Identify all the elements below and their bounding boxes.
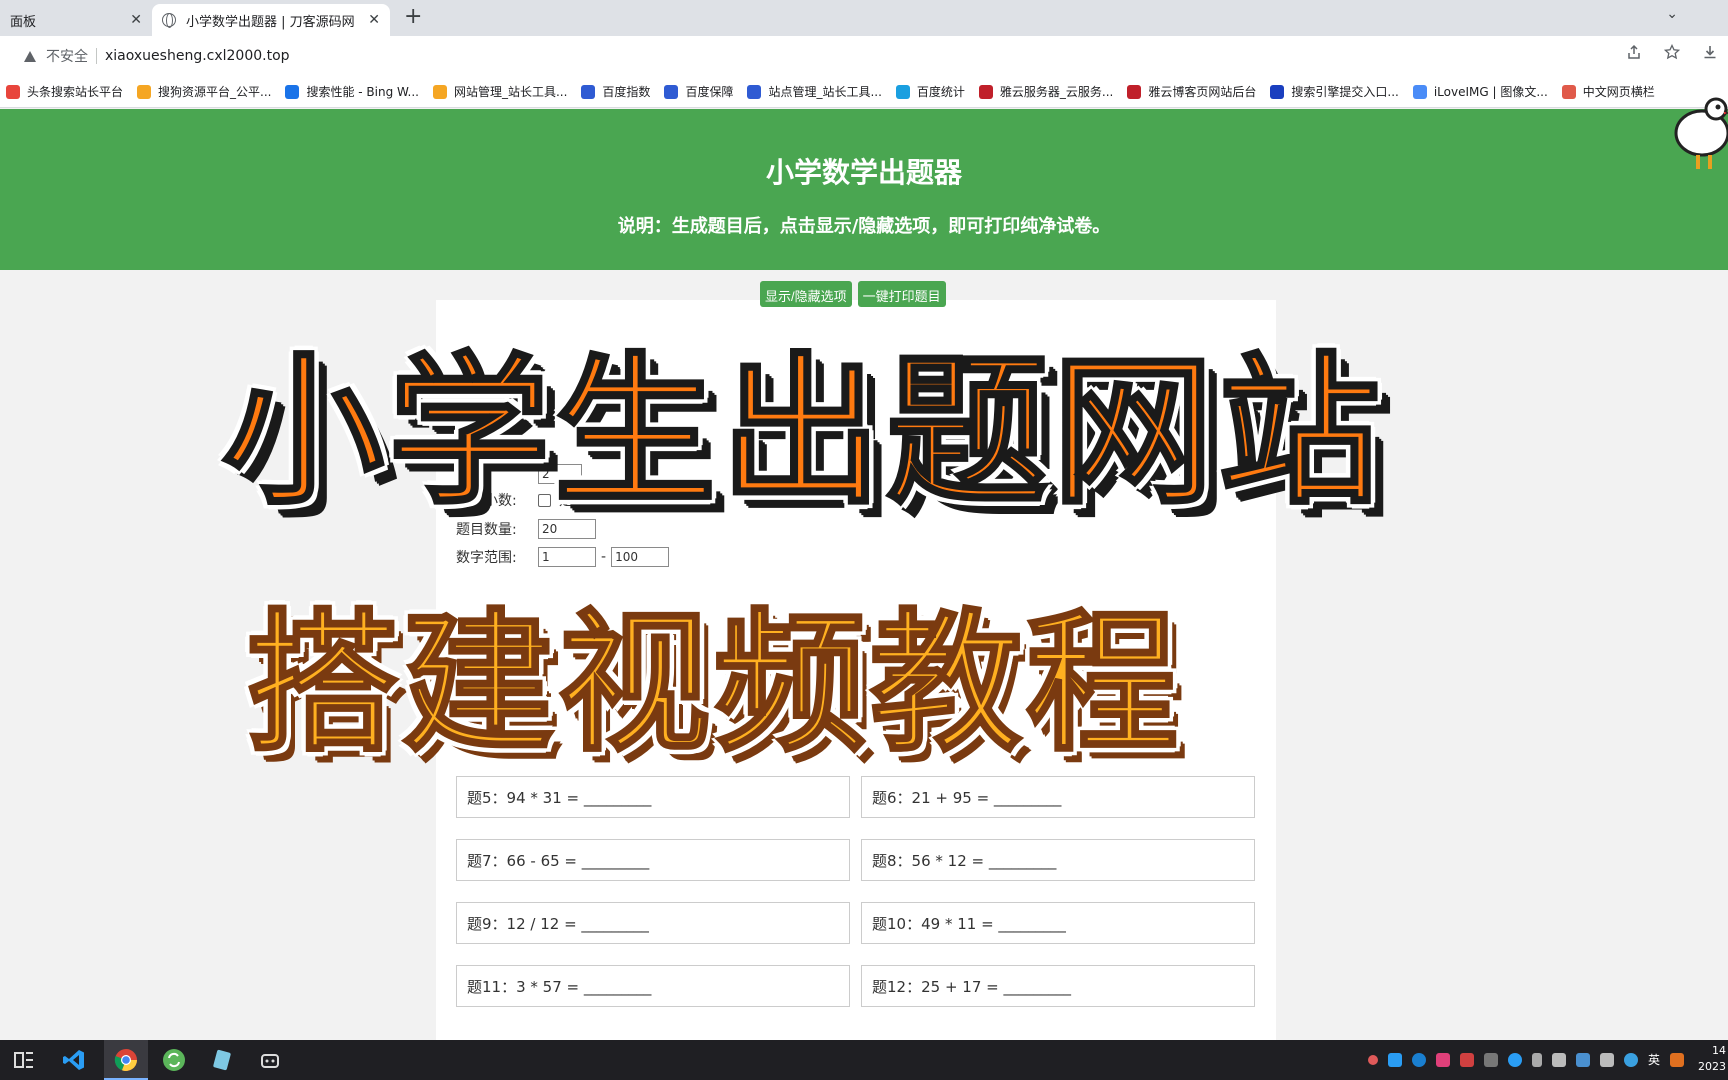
bookmark-label: 搜索引擎提交入口... <box>1291 85 1399 99</box>
bookmark-item[interactable]: 搜狗资源平台_公平... <box>137 83 271 100</box>
bookmark-label: 中文网页横栏 <box>1582 85 1655 99</box>
url-omnibox[interactable]: 不安全 xiaoxuesheng.cxl2000.top <box>12 40 1652 72</box>
usb-icon[interactable] <box>1531 1052 1542 1067</box>
display-icon[interactable] <box>1575 1052 1590 1067</box>
record-icon[interactable] <box>1367 1054 1378 1065</box>
bookmark-favicon-icon <box>285 84 300 99</box>
bookmark-favicon-icon <box>1412 84 1427 99</box>
question-item: 题7：66 - 65 = _________ <box>456 839 850 881</box>
bookmark-label: iLoveIMG | 图像文... <box>1433 85 1548 99</box>
bookmark-label: 搜狗资源平台_公平... <box>158 85 272 99</box>
sogou-input-icon[interactable] <box>1670 1052 1684 1067</box>
share-icon[interactable] <box>1626 44 1642 60</box>
bookmark-favicon-icon <box>895 84 910 99</box>
bookmark-favicon-icon <box>978 84 993 99</box>
bookmark-label: 网站管理_站长工具... <box>453 85 568 99</box>
clock[interactable]: 14 2023 <box>1698 1043 1726 1075</box>
close-tab-icon[interactable]: ✕ <box>368 12 380 28</box>
bookmark-favicon-icon <box>1127 84 1142 99</box>
app-tray-icon[interactable] <box>1435 1052 1450 1067</box>
vscode-icon[interactable] <box>62 1048 86 1072</box>
new-tab-button[interactable]: + <box>404 4 422 29</box>
security-icon[interactable] <box>1459 1052 1474 1067</box>
question-item: 题10：49 * 11 = _________ <box>861 902 1255 944</box>
bookmark-item[interactable]: 中文网页横栏 <box>1561 83 1655 100</box>
system-tray: 英 <box>1367 1051 1684 1068</box>
question-item: 题5：94 * 31 = _________ <box>456 776 850 818</box>
bookmark-label: 站点管理_站长工具... <box>768 85 882 99</box>
page-title: 小学数学出题器 <box>765 156 962 189</box>
tab-inactive[interactable]: 面板 ✕ <box>0 4 152 36</box>
volume-icon[interactable] <box>1599 1052 1614 1067</box>
bookmark-item[interactable]: 雅云博客页网站后台 <box>1127 83 1256 100</box>
bookmark-item[interactable]: 雅云服务器_云服务... <box>978 83 1114 100</box>
bookmark-label: 雅云服务器_云服务... <box>999 85 1114 99</box>
tab-title: 小学数学出题器 | 刀客源码网 <box>186 14 355 30</box>
app-tray-icon[interactable] <box>1483 1052 1498 1067</box>
sync-app-icon[interactable] <box>162 1048 186 1072</box>
network-icon[interactable] <box>1623 1052 1638 1067</box>
bookmark-label: 雅云博客页网站后台 <box>1148 85 1257 99</box>
question-item: 题9：12 / 12 = _________ <box>456 902 850 944</box>
bookmark-favicon-icon <box>664 84 679 99</box>
bookmark-item[interactable]: 百度保障 <box>664 83 733 100</box>
app-tray-icon[interactable] <box>1387 1052 1402 1067</box>
bookmark-item[interactable]: 百度指数 <box>581 83 650 100</box>
windows-taskbar: 英 14 2023 <box>0 1040 1728 1080</box>
task-view-icon[interactable] <box>12 1048 36 1072</box>
tab-search-icon[interactable]: ⌄ <box>1666 6 1678 22</box>
bookmark-item[interactable]: 网站管理_站长工具... <box>432 83 568 100</box>
bookmark-favicon-icon <box>1270 84 1285 99</box>
bookmark-favicon-icon <box>581 84 596 99</box>
globe-icon <box>162 13 176 28</box>
robot-app-icon[interactable] <box>258 1048 282 1072</box>
app-tray-icon[interactable] <box>1507 1052 1522 1067</box>
notepad-icon[interactable] <box>210 1048 234 1072</box>
bookmark-item[interactable]: 搜索性能 - Bing W... <box>285 83 419 100</box>
close-tab-icon[interactable]: ✕ <box>130 12 142 28</box>
page-header: 小学数学出题器 说明：生成题目后，点击显示/隐藏选项，即可打印纯净试卷。 <box>0 109 1728 270</box>
page-subtitle: 说明：生成题目后，点击显示/隐藏选项，即可打印纯净试卷。 <box>617 216 1111 237</box>
bookmark-favicon-icon <box>1561 84 1576 99</box>
bookmark-star-icon[interactable] <box>1664 44 1680 60</box>
tab-title: 面板 <box>10 14 37 30</box>
bookmark-favicon-icon <box>747 84 762 99</box>
warning-icon[interactable] <box>24 50 36 62</box>
address-bar-actions <box>1626 44 1718 60</box>
chrome-icon[interactable] <box>114 1048 138 1072</box>
onedrive-icon[interactable] <box>1411 1052 1426 1067</box>
url-text[interactable]: xiaoxuesheng.cxl2000.top <box>105 48 290 64</box>
divider <box>96 48 97 64</box>
bookmark-label: 百度统计 <box>916 85 965 99</box>
question-item: 题6：21 + 95 = _________ <box>861 776 1255 818</box>
browser-tab-bar: 面板 ✕ 小学数学出题器 | 刀客源码网 ✕ + ⌄ <box>0 0 1728 36</box>
bookmark-item[interactable]: 百度统计 <box>895 83 965 100</box>
bookmark-item[interactable]: iLoveIMG | 图像文... <box>1412 83 1548 100</box>
address-bar: 不安全 xiaoxuesheng.cxl2000.top <box>0 36 1728 76</box>
question-item: 题12：25 + 17 = _________ <box>861 965 1255 1007</box>
ime-indicator[interactable]: 英 <box>1648 1051 1660 1068</box>
clock-date: 2023 <box>1698 1060 1726 1073</box>
bookmark-label: 头条搜索站长平台 <box>27 85 124 99</box>
bookmark-favicon-icon <box>432 84 447 99</box>
insecure-label[interactable]: 不安全 <box>46 46 88 66</box>
bookmark-item[interactable]: 站点管理_站长工具... <box>747 83 882 100</box>
bookmark-item[interactable]: 搜索引擎提交入口... <box>1270 83 1399 100</box>
overlay-title-line1: 小学生出题网站 <box>221 338 1384 529</box>
bookmark-favicon-icon <box>137 84 152 99</box>
bookmark-favicon-icon <box>6 84 20 99</box>
clock-time: 14 <box>1712 1044 1726 1057</box>
bookmarks-bar: 头条搜索站长平台 搜狗资源平台_公平... 搜索性能 - Bing W... 网站管理… <box>0 76 1728 108</box>
tab-active[interactable]: 小学数学出题器 | 刀客源码网 ✕ <box>152 4 390 36</box>
question-item: 题8：56 * 12 = _________ <box>861 839 1255 881</box>
overlay-title-line2: 搭建视频教程 <box>245 594 1182 774</box>
bookmark-label: 百度保障 <box>685 85 734 99</box>
bookmark-label: 百度指数 <box>602 85 651 99</box>
download-icon[interactable] <box>1702 44 1718 60</box>
question-item: 题11：3 * 57 = _________ <box>456 965 850 1007</box>
wifi-icon[interactable] <box>1551 1052 1566 1067</box>
bookmark-label: 搜索性能 - Bing W... <box>306 85 419 99</box>
mascot-sticker-icon <box>1674 97 1728 169</box>
bookmark-item[interactable]: 头条搜索站长平台 <box>6 83 123 100</box>
